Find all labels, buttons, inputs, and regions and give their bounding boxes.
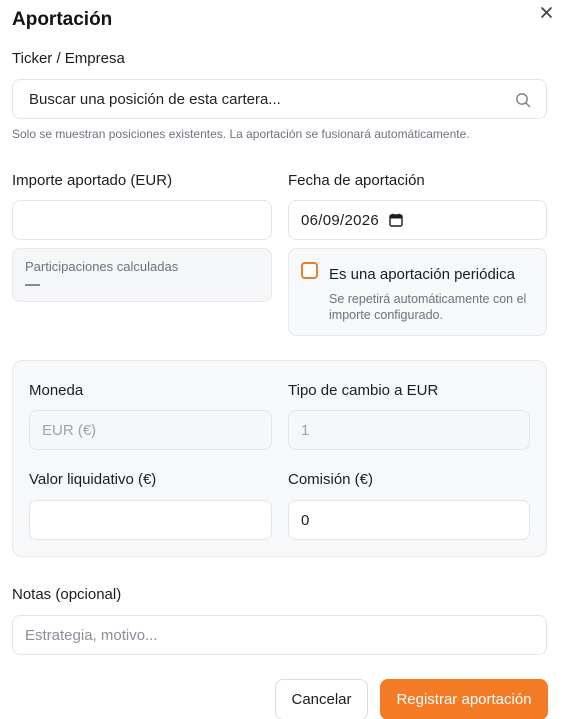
exchange-rate-label: Tipo de cambio a EUR xyxy=(288,382,439,399)
notes-label: Notas (opcional) xyxy=(12,586,122,603)
calculated-units-value: — xyxy=(25,276,40,293)
ticker-search-text: Buscar una posición de esta cartera... xyxy=(29,90,281,108)
periodic-box: Es una aportación periódica Se repetirá … xyxy=(288,248,547,336)
close-icon xyxy=(540,6,552,18)
dialog-title: Aportación xyxy=(12,9,113,30)
ticker-hint: Solo se muestran posiciones existentes. … xyxy=(12,127,470,141)
currency-value: EUR (€) xyxy=(42,421,97,439)
ticker-search-input[interactable]: Buscar una posición de esta cartera... xyxy=(12,79,547,119)
notes-input[interactable]: Estrategia, motivo... xyxy=(12,615,547,655)
nav-label: Valor liquidativo (€) xyxy=(29,471,157,488)
nav-input[interactable] xyxy=(29,500,272,540)
exchange-rate-value: 1 xyxy=(301,421,310,439)
periodic-description: Se repetirá automáticamente con el impor… xyxy=(329,292,527,322)
periodic-label[interactable]: Es una aportación periódica xyxy=(329,266,515,283)
currency-field: EUR (€) xyxy=(29,410,272,450)
close-button[interactable] xyxy=(537,3,555,21)
date-label: Fecha de aportación xyxy=(288,172,425,189)
search-icon[interactable] xyxy=(515,92,531,108)
fee-value: 0 xyxy=(301,511,310,529)
calendar-icon[interactable] xyxy=(389,213,403,227)
calculated-units-label: Participaciones calculadas xyxy=(25,259,179,274)
currency-label: Moneda xyxy=(29,382,84,399)
date-input[interactable]: 06/09/2026 xyxy=(288,200,547,240)
fee-label: Comisión (€) xyxy=(288,471,374,488)
exchange-rate-field: 1 xyxy=(288,410,530,450)
ticker-label: Ticker / Empresa xyxy=(12,50,125,67)
calculated-units-box: Participaciones calculadas — xyxy=(12,248,272,302)
amount-label: Importe aportado (EUR) xyxy=(12,172,173,189)
periodic-checkbox[interactable] xyxy=(301,262,318,279)
submit-button[interactable]: Registrar aportación xyxy=(380,679,548,719)
date-value: 06/09/2026 xyxy=(301,211,380,229)
notes-placeholder: Estrategia, motivo... xyxy=(25,626,158,644)
cancel-button[interactable]: Cancelar xyxy=(275,679,368,719)
fee-input[interactable]: 0 xyxy=(288,500,530,540)
amount-input[interactable] xyxy=(12,200,272,240)
